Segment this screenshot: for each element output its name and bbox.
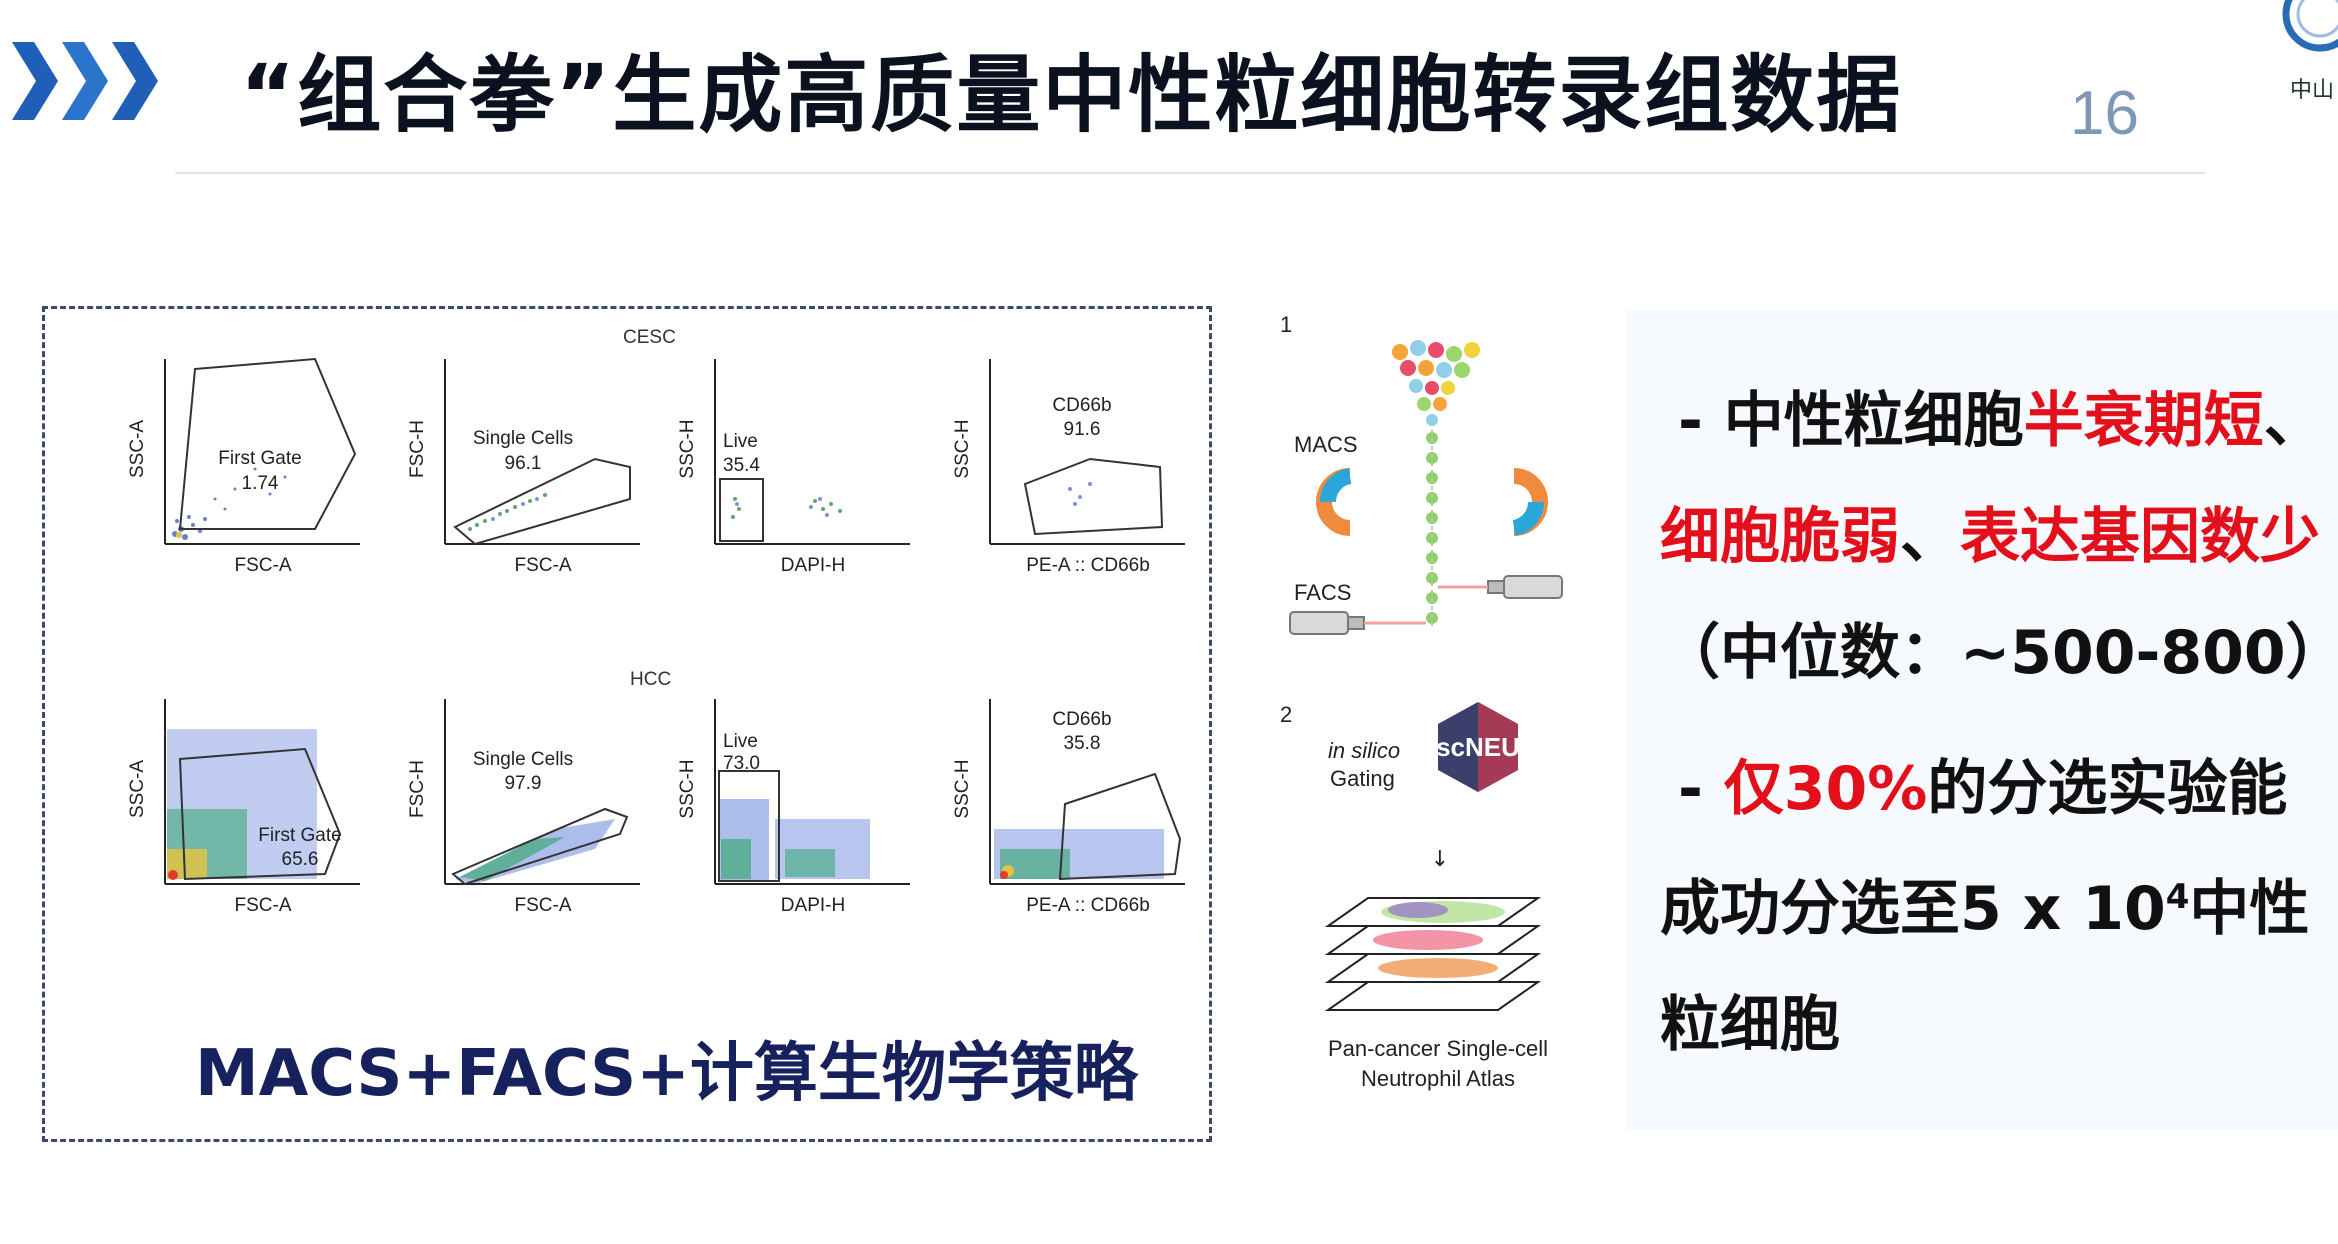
hcc-cd66b-plot: SSC-H PE-A :: CD66b CD66b 35.8 bbox=[952, 699, 1185, 916]
in-silico-label: in silico bbox=[1328, 738, 1400, 763]
y-axis-label: SSC-H bbox=[677, 759, 698, 818]
facs-gating-panel: CESC HCC SSC-A FSC-A First Gate 1.74 FSC… bbox=[42, 306, 1212, 1142]
magnet-left-icon bbox=[1316, 468, 1352, 536]
page-number: 16 bbox=[2070, 79, 2139, 148]
strategy-caption: MACS+FACS+计算生物学策略 bbox=[195, 1037, 1138, 1111]
x-axis-label: FSC-A bbox=[515, 555, 572, 576]
cesc-live-plot: SSC-H DAPI-H Live 35.4 bbox=[677, 359, 910, 576]
laser-right-icon bbox=[1438, 575, 1563, 599]
gating-label: Gating bbox=[1330, 766, 1395, 791]
gate-name: First Gate bbox=[258, 825, 341, 846]
cohort-label-cesc: CESC bbox=[623, 327, 676, 348]
gate-name: Live bbox=[723, 731, 758, 752]
facs-label: FACS bbox=[1294, 580, 1351, 605]
atlas-label-line2: Neutrophil Atlas bbox=[1361, 1066, 1515, 1091]
cell-cluster-icon bbox=[1392, 340, 1480, 426]
x-axis-label: FSC-A bbox=[515, 895, 572, 916]
x-axis-label: DAPI-H bbox=[781, 555, 845, 576]
y-axis-label: SSC-H bbox=[952, 419, 973, 478]
point-1-line-3: （中位数：~500-800） bbox=[1660, 618, 2338, 688]
y-axis-label: SSC-H bbox=[952, 759, 973, 818]
key-points-panel: - 中性粒细胞半衰期短、 细胞脆弱、表达基因数少 （中位数：~500-800） … bbox=[1626, 310, 2338, 1130]
point-2-line-1: - 仅30%的分选实验能 bbox=[1678, 754, 2288, 824]
x-axis-label: FSC-A bbox=[235, 895, 292, 916]
gate-value: 65.6 bbox=[282, 849, 319, 870]
scneu-badge-text: scNEU bbox=[1436, 732, 1520, 762]
gate-name: CD66b bbox=[1052, 395, 1111, 416]
cesc-cd66b-plot: SSC-H PE-A :: CD66b CD66b 91.6 bbox=[952, 359, 1185, 576]
step-2-label: 2 bbox=[1280, 702, 1292, 727]
gate-value: 1.74 bbox=[242, 473, 279, 494]
hcc-first-gate-plot: SSC-A FSC-A First Gate 65.6 bbox=[127, 699, 360, 916]
header-divider bbox=[175, 172, 2205, 174]
point-2-line-2: 成功分选至5 x 104中性 bbox=[1660, 874, 2310, 944]
y-axis-label: SSC-A bbox=[127, 760, 148, 818]
gate-name: Live bbox=[723, 431, 758, 452]
atlas-label-line1: Pan-cancer Single-cell bbox=[1328, 1036, 1548, 1061]
macs-label: MACS bbox=[1294, 432, 1358, 457]
workflow-diagram: 1 MACS FACS 2 in silico Gating scNEU ↓ P… bbox=[1280, 312, 1563, 1091]
y-axis-label: FSC-H bbox=[407, 420, 428, 478]
x-axis-label: PE-A :: CD66b bbox=[1026, 555, 1150, 576]
cohort-label-hcc: HCC bbox=[630, 669, 672, 690]
chevron-arrows-icon bbox=[12, 42, 158, 120]
gate-value: 73.0 bbox=[723, 753, 760, 774]
scneu-hexagon-icon: scNEU bbox=[1436, 702, 1520, 792]
point-2-line-3: 粒细胞 bbox=[1660, 990, 1840, 1060]
gate-name: Single Cells bbox=[473, 428, 573, 449]
magnet-right-icon bbox=[1512, 468, 1548, 536]
gate-name: Single Cells bbox=[473, 749, 573, 770]
hcc-live-plot: SSC-H DAPI-H Live 73.0 bbox=[677, 699, 910, 916]
y-axis-label: FSC-H bbox=[407, 760, 428, 818]
gate-value: 97.9 bbox=[505, 773, 542, 794]
gate-value: 35.8 bbox=[1064, 733, 1101, 754]
x-axis-label: PE-A :: CD66b bbox=[1026, 895, 1150, 916]
x-axis-label: FSC-A bbox=[235, 555, 292, 576]
gate-value: 35.4 bbox=[723, 455, 760, 476]
atlas-layers-icon bbox=[1324, 897, 1542, 1011]
down-arrow-icon: ↓ bbox=[1431, 847, 1449, 872]
gate-name: CD66b bbox=[1052, 709, 1111, 730]
cesc-first-gate-plot: SSC-A FSC-A First Gate 1.74 bbox=[127, 357, 360, 576]
point-1-line-2: 细胞脆弱、表达基因数少 bbox=[1660, 502, 2320, 572]
slide-title: “组合拳”生成高质量中性粒细胞转录组数据 bbox=[240, 46, 1903, 144]
laser-left-icon bbox=[1289, 611, 1426, 635]
x-axis-label: DAPI-H bbox=[781, 895, 845, 916]
cesc-single-cells-plot: FSC-H FSC-A Single Cells 96.1 bbox=[407, 359, 640, 576]
point-1-line-1: - 中性粒细胞半衰期短、 bbox=[1678, 386, 2324, 456]
y-axis-label: SSC-A bbox=[127, 420, 148, 478]
logo-text: 中山 bbox=[2290, 78, 2335, 103]
hcc-single-cells-plot: FSC-H FSC-A Single Cells 97.9 bbox=[407, 699, 640, 916]
gate-value: 91.6 bbox=[1064, 419, 1101, 440]
y-axis-label: SSC-H bbox=[677, 419, 698, 478]
step-1-label: 1 bbox=[1280, 312, 1292, 337]
gate-name: First Gate bbox=[218, 448, 301, 469]
gate-value: 96.1 bbox=[505, 453, 542, 474]
